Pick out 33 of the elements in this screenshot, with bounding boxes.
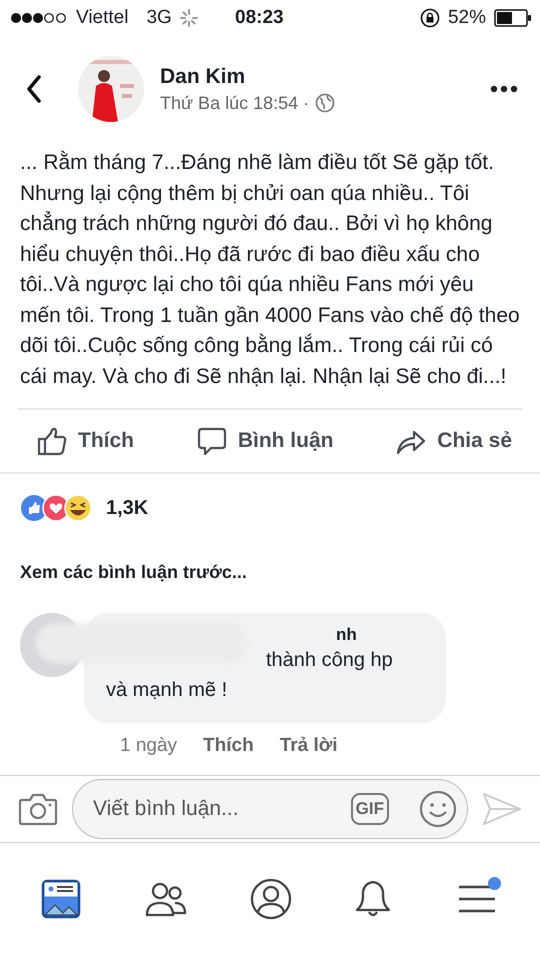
post-timestamp: Thứ Ba lúc 18:54 · [160,92,310,114]
camera-icon[interactable] [18,791,58,827]
reply-link[interactable]: Trả lời [280,735,338,757]
like-link[interactable]: Thích [203,735,254,757]
rotation-lock-icon [420,8,440,28]
emoji-icon[interactable] [419,790,457,828]
globe-icon [315,93,336,113]
profile-tab[interactable] [250,878,292,920]
thumbs-up-icon [36,425,68,457]
comment-text: và mạnh mẽ ! [106,678,228,703]
post-text: ... Rằm tháng 7...Đáng nhẽ làm điều tốt Sẽ gặp tốt. Nhưng lại cộng thêm bị chửi oan qúa nhiều.. Tôi chẳng trách những người đó đau.. Bởi vì họ không hiểu chuyện thôi..Họ đã rước đi bao điều xấu cho tôi..Và ngược lại cho tôi qúa nhiều Fans mới yêu mến tôi. Trong 1 tuần gần 4000 Fans vào chế độ theo dõi tôi..Cuộc sống công bằng lắm.. Trong cái rủi có cái may. Và cho đi Sẽ nhận lại. Nhận lại Sẽ cho đi...! [20,150,520,390]
loading-icon [180,9,198,27]
comment-text: thành công hp [265,648,394,673]
battery-icon [494,9,532,27]
battery-percent: 52% [448,7,486,29]
more-icon[interactable] [490,85,518,93]
comment-time: 1 ngày [120,735,178,757]
comment-action-button[interactable]: Bình luận [196,425,334,457]
author-name[interactable]: Dan Kim [160,64,490,88]
carrier-name: Viettel [76,7,128,29]
clock: 08:23 [235,7,284,29]
signal-icon [10,12,68,24]
like-action-button[interactable]: Thích [36,425,134,457]
reaction-count[interactable]: 1,3K [106,496,148,520]
speech-bubble-icon [196,425,228,457]
gif-button[interactable]: GIF [350,793,389,825]
share-action-button[interactable]: Chia sẻ [395,425,512,457]
previous-comments-link[interactable]: Xem các bình luận trước... [0,522,540,583]
comment-field[interactable]: Viết bình luận... GIF [72,779,468,839]
commenter-name[interactable]: nh [336,625,357,645]
back-icon[interactable] [26,75,42,103]
feed-tab[interactable] [41,878,82,918]
network-type: 3G [146,7,172,29]
